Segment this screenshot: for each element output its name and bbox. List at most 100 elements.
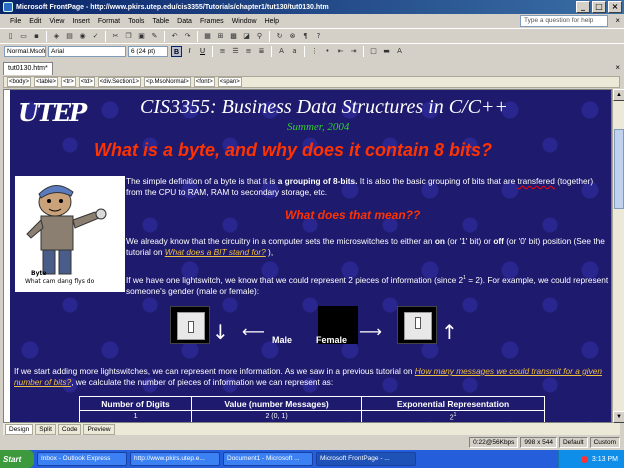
font-select[interactable]: Arial bbox=[48, 45, 126, 57]
bold-button[interactable]: B bbox=[171, 45, 182, 57]
tag-p-msonormal[interactable]: <p.MsoNormal> bbox=[144, 77, 191, 87]
css-mode[interactable]: Custom bbox=[589, 437, 620, 448]
paste-icon[interactable]: ▣ bbox=[136, 31, 147, 42]
table-header-row: Number of Digits Value (number Messages)… bbox=[78, 396, 545, 411]
tag-div-section[interactable]: <div.Section1> bbox=[97, 77, 142, 87]
light-switch-off-image bbox=[170, 306, 210, 344]
tag-font[interactable]: <font> bbox=[193, 77, 215, 87]
menu-insert[interactable]: Insert bbox=[68, 18, 94, 25]
question-heading: What does that mean?? bbox=[285, 208, 421, 222]
header-exponential: Exponential Representation bbox=[361, 396, 545, 411]
hyperlink-icon[interactable]: ⚲ bbox=[254, 31, 265, 42]
copy-icon[interactable]: ❐ bbox=[123, 31, 134, 42]
increase-font-icon[interactable]: A bbox=[276, 46, 287, 57]
decrease-font-icon[interactable]: a bbox=[289, 46, 300, 57]
spelling-icon[interactable]: ✓ bbox=[90, 31, 101, 42]
help-search-input[interactable]: Type a question for help bbox=[520, 15, 608, 27]
view-tabs: Design Split Code Preview bbox=[3, 423, 620, 435]
doctype-mode[interactable]: Default bbox=[558, 437, 588, 448]
tag-span[interactable]: <span> bbox=[217, 77, 242, 87]
web-page[interactable]: UTEP CIS3355: Business Data Structures i… bbox=[10, 90, 611, 422]
format-painter-icon[interactable]: ✎ bbox=[149, 31, 160, 42]
start-button[interactable]: Start bbox=[0, 450, 34, 468]
refresh-icon[interactable]: ↻ bbox=[274, 31, 285, 42]
menu-data[interactable]: Data bbox=[173, 18, 196, 25]
tag-table[interactable]: <table> bbox=[34, 77, 59, 87]
menu-file[interactable]: File bbox=[6, 18, 25, 25]
publish-icon[interactable]: ◈ bbox=[51, 31, 62, 42]
undo-icon[interactable]: ↶ bbox=[169, 31, 180, 42]
tag-td[interactable]: <td> bbox=[78, 77, 95, 87]
p1-text-a: The simple definition of a byte is that … bbox=[126, 176, 278, 186]
tab-split[interactable]: Split bbox=[35, 423, 56, 435]
document-tab[interactable]: tut0130.htm* bbox=[3, 62, 53, 75]
highlight-icon[interactable]: ▬ bbox=[381, 46, 392, 57]
tab-design[interactable]: Design bbox=[5, 423, 34, 435]
align-right-icon[interactable]: ≡ bbox=[243, 46, 254, 57]
close-button[interactable]: × bbox=[608, 1, 622, 13]
menu-help[interactable]: Help bbox=[261, 18, 283, 25]
justify-icon[interactable]: ≣ bbox=[256, 46, 267, 57]
taskbar-item-frontpage[interactable]: Microsoft FrontPage - ... bbox=[316, 452, 416, 466]
decrease-indent-icon[interactable]: ⇤ bbox=[335, 46, 346, 57]
bullets-icon[interactable]: • bbox=[322, 46, 333, 57]
help-icon[interactable]: ? bbox=[313, 31, 324, 42]
close-document-icon[interactable]: × bbox=[615, 16, 620, 25]
menu-frames[interactable]: Frames bbox=[196, 18, 228, 25]
taskbar-item-browser[interactable]: http://www.pkirs.utep.e... bbox=[130, 452, 220, 466]
menu-view[interactable]: View bbox=[45, 18, 68, 25]
page-size[interactable]: 998 x 544 bbox=[520, 437, 557, 448]
open-folder-icon[interactable]: ▭ bbox=[18, 31, 29, 42]
show-all-icon[interactable]: ¶ bbox=[300, 31, 311, 42]
new-page-icon[interactable]: ▯ bbox=[5, 31, 16, 42]
style-select[interactable]: Normal.Msofr bbox=[4, 45, 46, 57]
scroll-thumb[interactable] bbox=[614, 129, 624, 209]
font-color-icon[interactable]: A bbox=[394, 46, 405, 57]
align-center-icon[interactable]: ☰ bbox=[230, 46, 241, 57]
align-left-icon[interactable]: ≡ bbox=[217, 46, 228, 57]
tag-body[interactable]: <body> bbox=[7, 77, 32, 87]
stop-icon[interactable]: ⊗ bbox=[287, 31, 298, 42]
redo-icon[interactable]: ↷ bbox=[182, 31, 193, 42]
tab-code[interactable]: Code bbox=[57, 423, 82, 435]
taskbar-item-outlook[interactable]: Inbox - Outlook Express bbox=[37, 452, 127, 466]
print-icon[interactable]: ▤ bbox=[64, 31, 75, 42]
tray-alert-icon[interactable] bbox=[580, 455, 588, 463]
page-heading: What is a byte, and why does it contain … bbox=[94, 140, 493, 160]
editing-canvas[interactable]: UTEP CIS3355: Business Data Structures i… bbox=[3, 89, 612, 423]
window-title: Microsoft FrontPage - http://www.pkirs.u… bbox=[16, 3, 329, 11]
drawing-icon[interactable]: ◪ bbox=[241, 31, 252, 42]
increase-indent-icon[interactable]: ⇥ bbox=[348, 46, 359, 57]
minimize-button[interactable]: _ bbox=[576, 1, 590, 13]
insert-picture-icon[interactable]: ▩ bbox=[228, 31, 239, 42]
numbering-icon[interactable]: ⋮ bbox=[309, 46, 320, 57]
italic-button[interactable]: I bbox=[184, 46, 195, 57]
windows-taskbar: Start Inbox - Outlook Express http://www… bbox=[0, 450, 624, 468]
insert-table-icon[interactable]: ⊞ bbox=[215, 31, 226, 42]
menu-table[interactable]: Table bbox=[148, 18, 173, 25]
tag-tr[interactable]: <tr> bbox=[61, 77, 76, 87]
scroll-up-icon[interactable]: ▲ bbox=[613, 89, 624, 101]
menu-tools[interactable]: Tools bbox=[124, 18, 148, 25]
bit-tutorial-link[interactable]: What does a BIT stand for? bbox=[165, 247, 266, 257]
close-tab-icon[interactable]: × bbox=[615, 63, 620, 72]
toolbar-divider bbox=[46, 30, 47, 42]
maximize-button[interactable]: □ bbox=[592, 1, 606, 13]
toolbar-divider bbox=[105, 30, 106, 42]
preview-icon[interactable]: ◉ bbox=[77, 31, 88, 42]
underline-button[interactable]: U bbox=[197, 46, 208, 57]
toolbar-divider bbox=[363, 45, 364, 57]
font-size-select[interactable]: 6 (24 pt) bbox=[128, 45, 168, 57]
menu-format[interactable]: Format bbox=[94, 18, 124, 25]
bits-table: Number of Digits Value (number Messages)… bbox=[78, 396, 545, 422]
cut-icon[interactable]: ✂ bbox=[110, 31, 121, 42]
save-icon[interactable]: ▪ bbox=[31, 31, 42, 42]
vertical-scrollbar[interactable]: ▲ ▼ bbox=[612, 89, 624, 423]
borders-icon[interactable]: □ bbox=[368, 46, 379, 57]
menu-edit[interactable]: Edit bbox=[25, 18, 45, 25]
taskbar-item-word[interactable]: Document1 - Microsoft ... bbox=[223, 452, 313, 466]
scroll-down-icon[interactable]: ▼ bbox=[613, 411, 624, 423]
tab-preview[interactable]: Preview bbox=[83, 423, 115, 435]
insert-layer-icon[interactable]: ▦ bbox=[202, 31, 213, 42]
menu-window[interactable]: Window bbox=[228, 18, 261, 25]
